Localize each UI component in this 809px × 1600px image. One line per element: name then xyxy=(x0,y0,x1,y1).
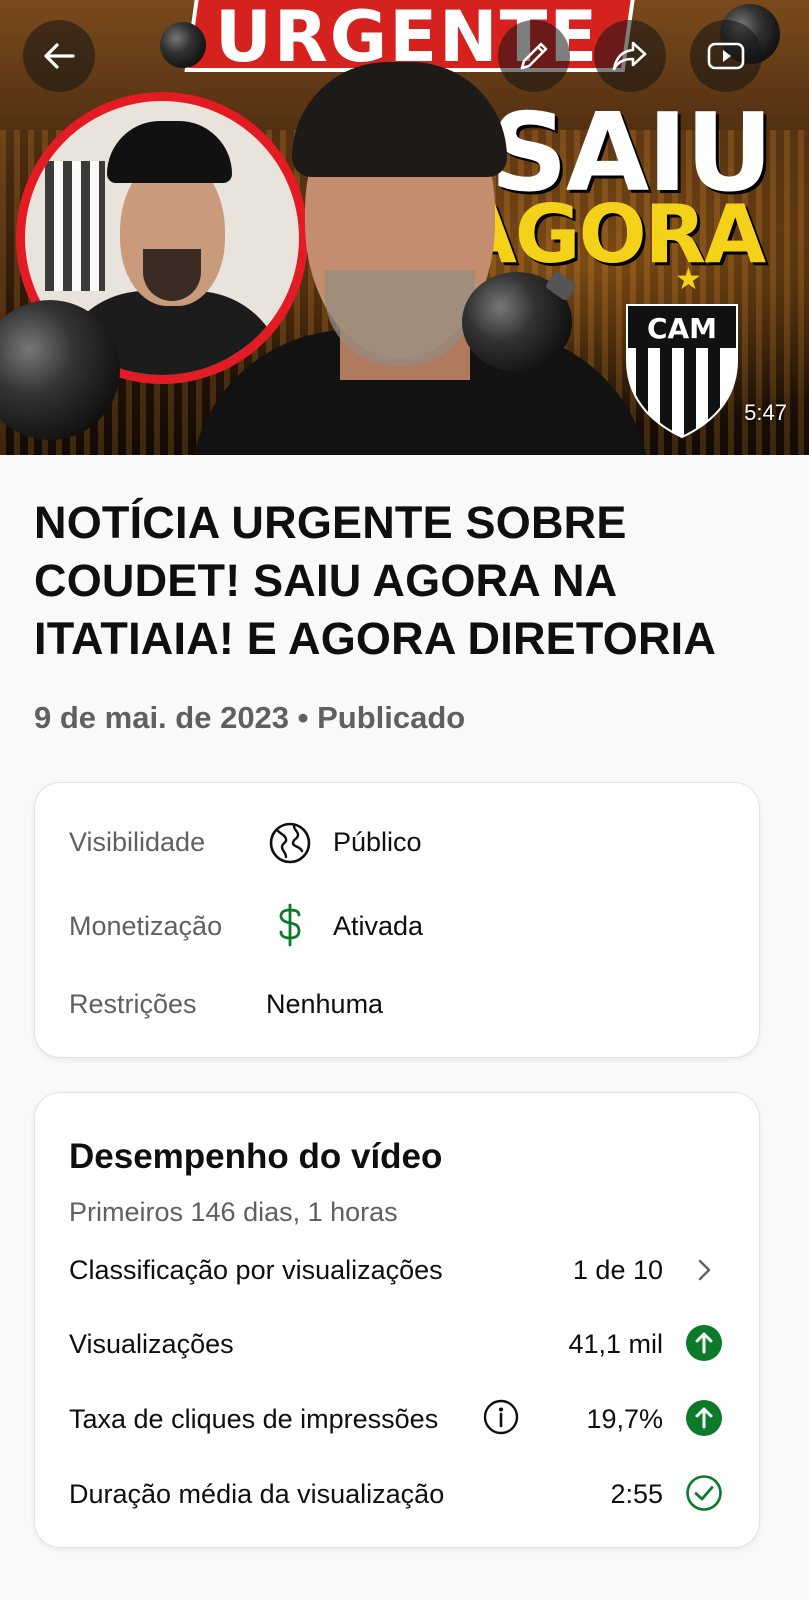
performance-title: Desempenho do vídeo xyxy=(69,1137,443,1176)
metric-label: Taxa de cliques de impressões xyxy=(69,1404,439,1434)
visibility-label: Visibilidade xyxy=(69,827,206,857)
thumbnail-headline-bottom: AGORA xyxy=(455,188,766,281)
metric-value: 41,1 mil xyxy=(568,1329,663,1359)
pencil-icon xyxy=(520,42,548,70)
video-thumbnail[interactable]: URGENTE SAIU AGORA ★ CAM 5:47 xyxy=(0,0,809,455)
thumbnail-main-person-hair xyxy=(292,62,507,177)
video-title: NOTÍCIA URGENTE SOBRE COUDET! SAIU AGORA… xyxy=(34,497,717,664)
arrow-left-icon xyxy=(44,43,75,69)
edit-button[interactable] xyxy=(498,20,570,92)
bomb-icon xyxy=(160,22,206,68)
club-crest-icon: CAM xyxy=(626,304,738,439)
youtube-icon xyxy=(707,42,745,70)
share-icon xyxy=(612,41,647,71)
check-circle-icon xyxy=(685,1474,723,1512)
metric-label: Duração média da visualização xyxy=(69,1479,445,1509)
metric-label: Classificação por visualizações xyxy=(69,1255,443,1285)
monetization-label: Monetização xyxy=(69,911,223,941)
star-icon: ★ xyxy=(675,263,702,296)
metric-label: Visualizações xyxy=(69,1329,234,1359)
arrow-up-circle-icon xyxy=(685,1399,723,1437)
performance-subtitle: Primeiros 146 dias, 1 horas xyxy=(69,1197,398,1227)
arrow-up-circle-icon xyxy=(685,1324,723,1362)
publish-date: 9 de mai. de 2023 • Publicado xyxy=(34,700,466,735)
video-performance-card: Desempenho do vídeo Primeiros 146 dias, … xyxy=(34,1092,760,1548)
restrictions-value: Nenhuma xyxy=(266,989,384,1019)
duration-badge: 5:47 xyxy=(744,400,787,425)
restrictions-label: Restrições xyxy=(69,989,197,1019)
metric-value: 1 de 10 xyxy=(572,1255,663,1285)
open-youtube-button[interactable] xyxy=(690,20,762,92)
monetization-value: Ativada xyxy=(333,911,424,941)
video-details-card: Visibilidade Público Monetização Ativada… xyxy=(34,782,760,1058)
thumbnail-inset-person-cap xyxy=(107,121,232,183)
metric-value: 19,7% xyxy=(586,1404,663,1434)
thumbnail-jersey-background xyxy=(45,161,105,291)
globe-icon xyxy=(268,821,312,865)
chevron-right-icon[interactable] xyxy=(685,1251,723,1289)
metric-value: 2:55 xyxy=(610,1479,663,1509)
back-button[interactable] xyxy=(23,20,95,92)
info-icon[interactable] xyxy=(483,1399,519,1435)
crest-text: CAM xyxy=(647,312,717,345)
visibility-value: Público xyxy=(333,827,422,857)
share-button[interactable] xyxy=(594,20,666,92)
dollar-icon xyxy=(268,903,312,947)
